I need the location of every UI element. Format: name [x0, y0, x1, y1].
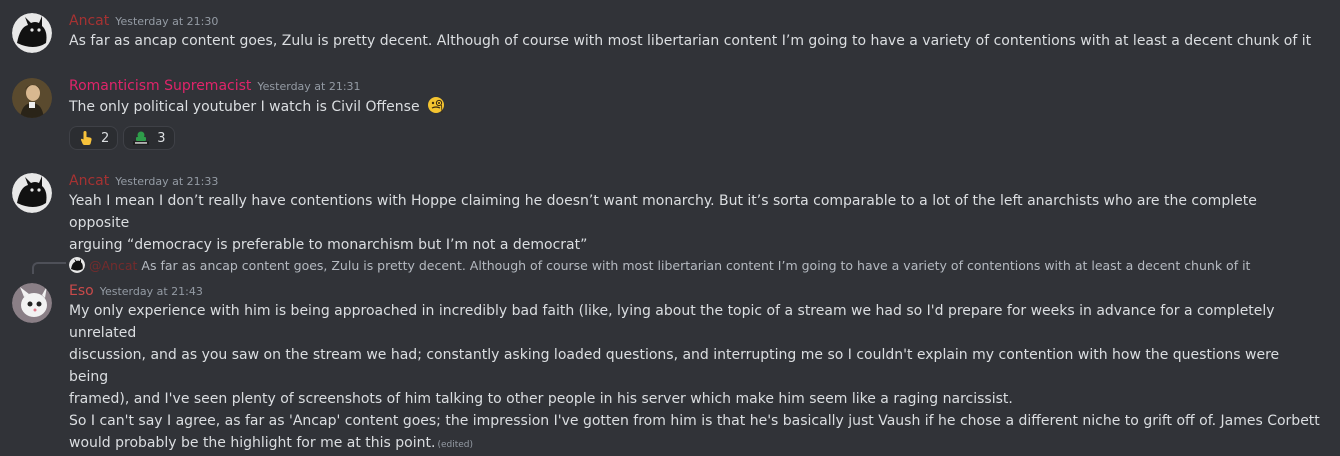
- reaction-count: 2: [101, 130, 110, 146]
- message-text: As far as ancap content goes, Zulu is pr…: [69, 33, 1312, 49]
- reaction-pointing-hand[interactable]: 2: [69, 126, 119, 150]
- reply-connector: [32, 262, 66, 274]
- reaction-halal[interactable]: 3: [123, 126, 175, 150]
- avatar[interactable]: [12, 78, 52, 118]
- reply-text: As far as ancap content goes, Zulu is pr…: [141, 257, 1251, 273]
- reply-preview[interactable]: @Ancat As far as ancap content goes, Zul…: [69, 256, 1250, 274]
- halal-emoji-icon: [132, 130, 150, 146]
- reaction-count: 3: [157, 130, 166, 146]
- message-text-line: Yeah I mean I don’t really have contenti…: [69, 193, 1257, 231]
- avatar[interactable]: [12, 13, 52, 53]
- message-text-line: framed), and I've seen plenty of screens…: [69, 391, 1013, 407]
- message-text-line: So I can't say I agree, as far as 'Ancap…: [69, 413, 1320, 429]
- avatar[interactable]: [12, 283, 52, 323]
- reply-avatar: [69, 257, 85, 273]
- timestamp: Yesterday at 21:33: [115, 175, 219, 188]
- message-text-line: discussion, and as you saw on the stream…: [69, 347, 1280, 385]
- username[interactable]: Ancat: [69, 173, 109, 189]
- monocle-face-emoji-icon: [426, 95, 446, 122]
- message-text-last-line: would probably be the highlight for me a…: [69, 432, 1320, 456]
- message-text-row: The only political youtuber I watch is C…: [69, 95, 1320, 122]
- message-text: The only political youtuber I watch is C…: [69, 99, 420, 115]
- username[interactable]: Romanticism Supremacist: [69, 78, 251, 94]
- reply-mention[interactable]: @Ancat: [89, 258, 137, 273]
- message-text-line: would probably be the highlight for me a…: [69, 435, 436, 451]
- reactions: 2 3: [69, 126, 1320, 150]
- message-text-line: My only experience with him is being app…: [69, 303, 1275, 341]
- avatar[interactable]: [12, 173, 52, 213]
- message-text-line: arguing “democracy is preferable to mona…: [69, 237, 588, 253]
- timestamp: Yesterday at 21:43: [99, 285, 203, 298]
- edited-label: (edited): [437, 440, 474, 450]
- timestamp: Yesterday at 21:30: [115, 15, 219, 28]
- username[interactable]: Eso: [69, 283, 94, 299]
- pointing-hand-emoji-icon: [78, 130, 94, 146]
- timestamp: Yesterday at 21:31: [257, 80, 361, 93]
- username[interactable]: Ancat: [69, 13, 109, 29]
